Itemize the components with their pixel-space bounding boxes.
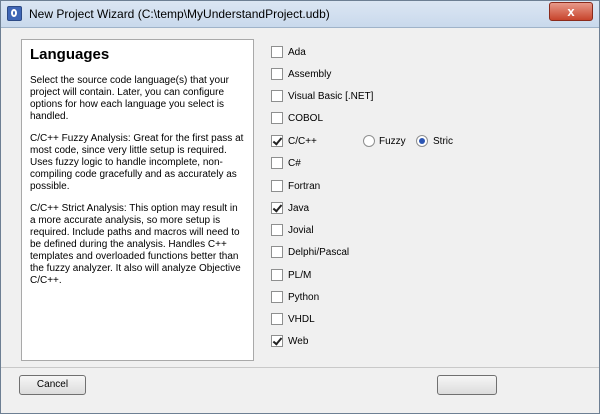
strict-radio-label: Stric bbox=[433, 136, 453, 147]
language-label: Web bbox=[288, 336, 309, 347]
language-label: VHDL bbox=[288, 314, 315, 325]
description-panel: Languages Select the source code languag… bbox=[21, 39, 254, 361]
fortran-checkbox[interactable] bbox=[271, 180, 283, 192]
strict-description: C/C++ Strict Analysis: This option may r… bbox=[30, 203, 241, 286]
language-label: COBOL bbox=[288, 113, 324, 124]
csharp-checkbox[interactable] bbox=[271, 157, 283, 169]
assembly-checkbox[interactable] bbox=[271, 68, 283, 80]
cobol-checkbox[interactable] bbox=[271, 112, 283, 124]
page-title: Languages bbox=[30, 46, 110, 63]
strict-radio[interactable] bbox=[416, 135, 428, 147]
java-checkbox[interactable] bbox=[271, 202, 283, 214]
language-label: Visual Basic [.NET] bbox=[288, 91, 374, 102]
plm-checkbox[interactable] bbox=[271, 269, 283, 281]
ada-checkbox[interactable] bbox=[271, 46, 283, 58]
fuzzy-radio[interactable] bbox=[363, 135, 375, 147]
fuzzy-description: C/C++ Fuzzy Analysis: Great for the firs… bbox=[30, 133, 244, 192]
wizard-window: New Project Wizard (C:\temp\MyUnderstand… bbox=[0, 0, 600, 414]
language-label: Java bbox=[288, 203, 310, 214]
language-label: Python bbox=[288, 292, 320, 303]
language-label: Assembly bbox=[288, 69, 332, 80]
python-checkbox[interactable] bbox=[271, 291, 283, 303]
vhdl-checkbox[interactable] bbox=[271, 313, 283, 325]
window-title: New Project Wizard (C:\temp\MyUnderstand… bbox=[29, 7, 330, 21]
language-label: C# bbox=[288, 158, 301, 169]
language-label: C/C++ bbox=[288, 136, 317, 147]
footer-divider bbox=[1, 367, 599, 368]
next-button[interactable] bbox=[437, 375, 497, 395]
web-checkbox[interactable] bbox=[271, 335, 283, 347]
app-logo-icon bbox=[7, 6, 22, 21]
language-label: PL/M bbox=[288, 270, 312, 281]
jovial-checkbox[interactable] bbox=[271, 224, 283, 236]
title-bar[interactable]: New Project Wizard (C:\temp\MyUnderstand… bbox=[1, 1, 599, 28]
language-label: Jovial bbox=[288, 225, 314, 236]
fuzzy-radio-label: Fuzzy bbox=[379, 136, 406, 147]
visual-basic-checkbox[interactable] bbox=[271, 90, 283, 102]
language-label: Fortran bbox=[288, 181, 321, 192]
language-label: Ada bbox=[288, 47, 306, 58]
language-label: Delphi/Pascal bbox=[288, 247, 350, 258]
cancel-button[interactable]: Cancel bbox=[19, 375, 86, 395]
close-button[interactable]: x bbox=[549, 2, 593, 21]
cpp-checkbox[interactable] bbox=[271, 135, 283, 147]
language-list: Ada Assembly Visual Basic [.NET] COBOL C… bbox=[263, 39, 599, 361]
delphi-pascal-checkbox[interactable] bbox=[271, 246, 283, 258]
intro-text: Select the source code language(s) that … bbox=[30, 75, 230, 122]
